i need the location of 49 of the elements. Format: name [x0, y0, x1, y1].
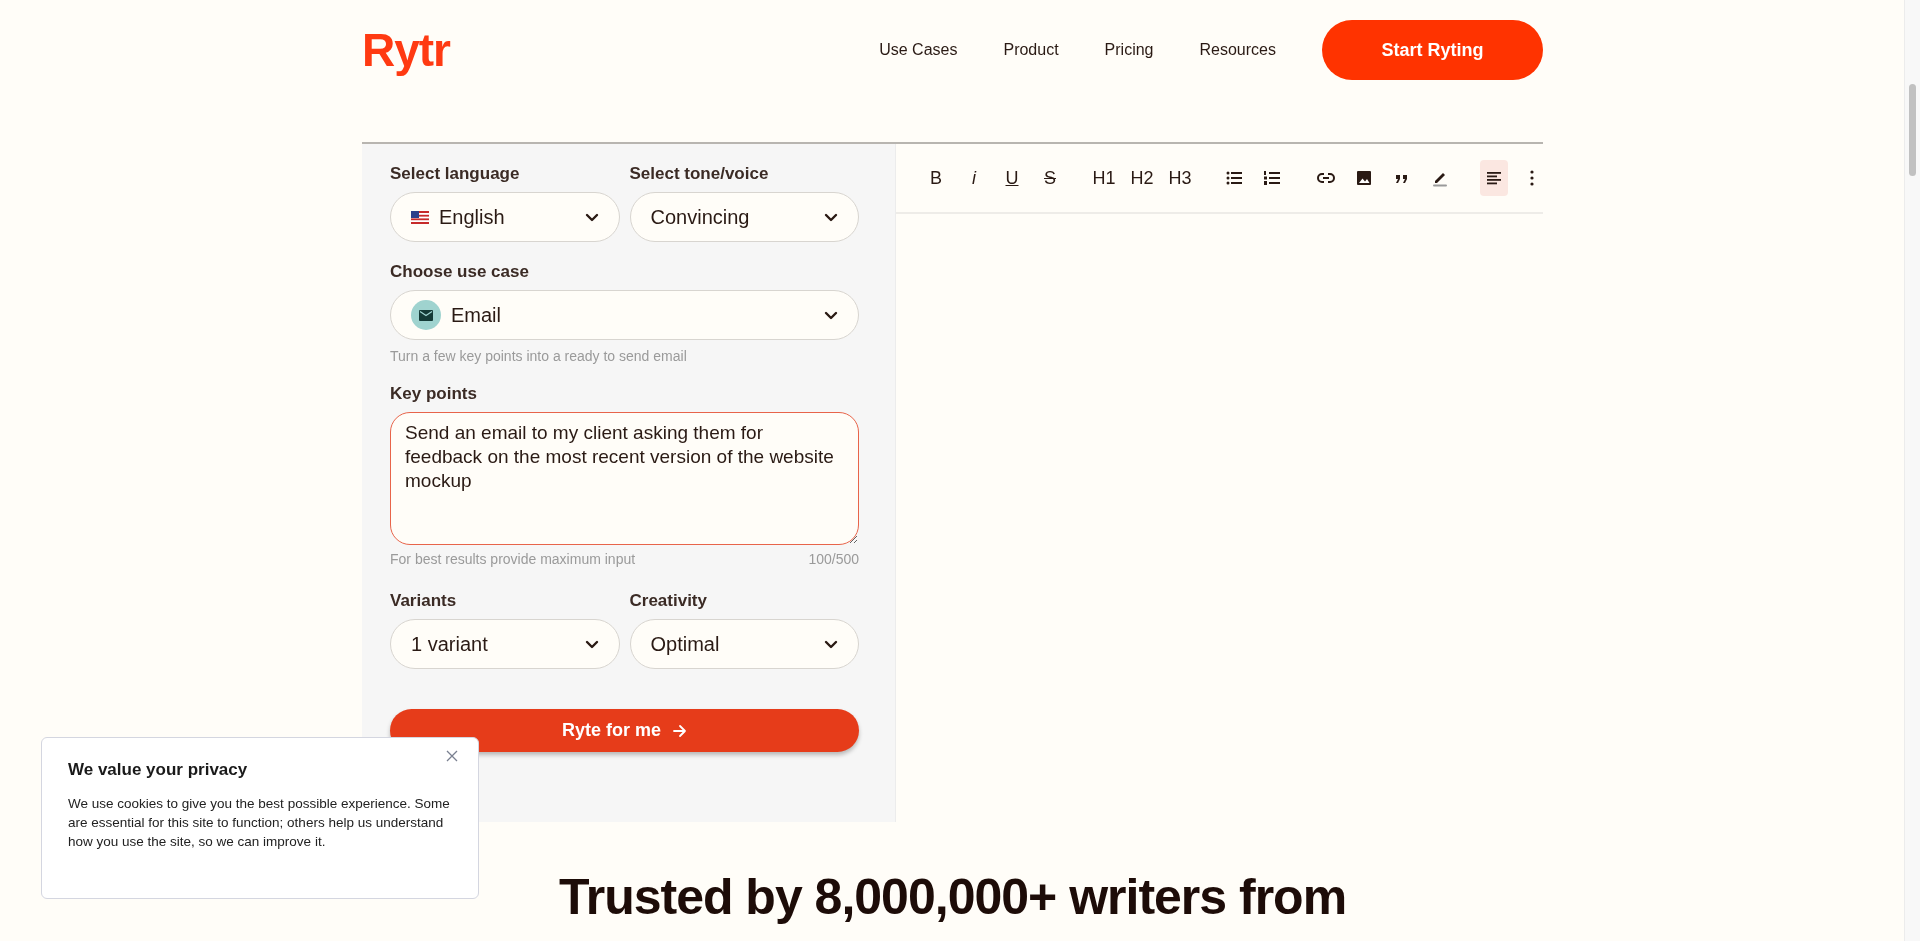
format-button[interactable]: S — [1036, 160, 1064, 196]
chevron-down-icon — [824, 639, 838, 649]
dropdown[interactable]: Optimal — [629, 619, 859, 669]
format-button[interactable]: H2 — [1128, 160, 1156, 196]
dropdown[interactable]: Convincing — [629, 192, 859, 242]
headline: Trusted by 8,000,000+ writers from — [558, 870, 1347, 925]
close-icon[interactable] — [446, 750, 458, 762]
field-label: Creativity — [629, 591, 708, 611]
nav-link[interactable]: Product — [1003, 41, 1059, 59]
align-left-button[interactable] — [1480, 160, 1508, 196]
align-left-icon — [1485, 169, 1503, 187]
format-button[interactable]: i — [960, 160, 988, 196]
field-label: Choose use case — [390, 262, 530, 282]
character-count: 100/500 — [808, 551, 859, 567]
field-label: Variants — [390, 591, 458, 611]
numbered-list-icon — [1263, 169, 1281, 187]
nav-link[interactable]: Pricing — [1104, 41, 1154, 59]
nav-link[interactable]: Use Cases — [879, 41, 958, 59]
hint-text: Turn a few key points into a ready to send email — [390, 348, 688, 364]
format-button[interactable]: U — [998, 160, 1026, 196]
banner-text: We use cookies to give you the best possible experience. Some are essential for this site to function; others help us understand how you use the site, so we can improve it. — [68, 795, 451, 851]
chevron-down-icon — [824, 310, 838, 320]
chevron-down-icon — [584, 212, 599, 222]
scrollbar-thumb[interactable] — [1909, 84, 1916, 176]
flag-icon — [411, 210, 429, 224]
banner-title: We value your privacy — [68, 760, 249, 780]
field-label: Key points — [390, 384, 478, 404]
arrow-right-icon — [673, 723, 687, 738]
logo[interactable]: Rytr — [362, 23, 451, 77]
start-button[interactable]: Start Ryting — [1322, 20, 1543, 80]
scrollbar[interactable] — [1904, 0, 1920, 941]
bullet-list-icon — [1225, 169, 1243, 187]
format-button[interactable]: H3 — [1166, 160, 1194, 196]
ryte-button[interactable]: Ryte for me — [390, 709, 859, 752]
dropdown[interactable]: English — [390, 192, 620, 242]
image-icon — [1355, 169, 1373, 187]
dropdown[interactable]: 1 variant — [390, 619, 620, 669]
dropdown[interactable]: Email — [390, 290, 859, 340]
chevron-down-icon — [584, 639, 599, 649]
field-label: Select language — [390, 164, 521, 184]
format-button[interactable]: H1 — [1090, 160, 1118, 196]
nav-link[interactable]: Resources — [1199, 41, 1276, 59]
key-points-field[interactable]: Send an email to my client asking them for feedback on the most recent version of the website mockup — [390, 412, 859, 545]
hint-text: For best results provide maximum input — [390, 551, 636, 567]
chevron-down-icon — [824, 212, 838, 222]
mail-icon — [411, 300, 441, 330]
more-icon — [1530, 170, 1534, 186]
format-button[interactable]: B — [922, 160, 950, 196]
field-label: Select tone/voice — [629, 164, 770, 184]
